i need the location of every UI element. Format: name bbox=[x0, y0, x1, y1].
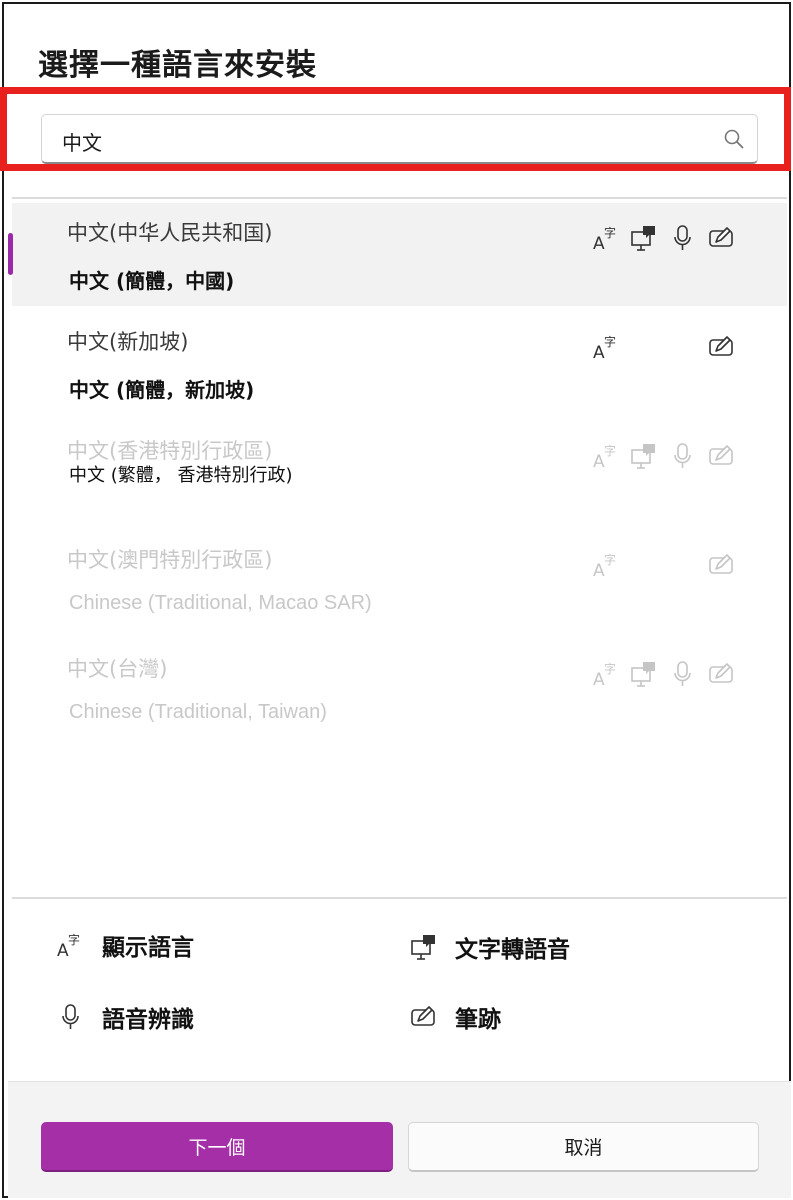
legend-text-to-speech: 文字轉語音 bbox=[409, 930, 570, 964]
language-subtitle: 中文 (簡體，新加坡) bbox=[69, 378, 255, 402]
legend-display-language: A字 顯示語言 bbox=[56, 928, 194, 962]
text-to-speech-icon bbox=[629, 659, 659, 689]
language-name: 中文(中华人民共和国) bbox=[67, 221, 273, 245]
divider bbox=[12, 897, 787, 899]
handwriting-icon bbox=[707, 550, 737, 580]
handwriting-icon bbox=[707, 223, 737, 253]
language-subtitle: Chinese (Traditional, Macao SAR) bbox=[69, 592, 372, 614]
dialog-title: 選擇一種語言來安裝 bbox=[38, 48, 317, 83]
language-item-zh-cn[interactable]: 中文(中华人民共和国) 中文 (簡體，中國) A字 bbox=[8, 203, 787, 306]
legend-label: 顯示語言 bbox=[102, 935, 194, 961]
handwriting-icon bbox=[409, 1002, 439, 1032]
svg-text:字: 字 bbox=[604, 334, 616, 349]
language-subtitle: 中文 (繁體， 香港特別行政) bbox=[69, 465, 293, 486]
language-item-zh-mo[interactable]: 中文(澳門特別行政區) Chinese (Traditional, Macao … bbox=[12, 530, 787, 639]
display-language-icon: A字 bbox=[56, 930, 86, 961]
highlight-annotation-frame bbox=[0, 87, 791, 171]
text-to-speech-icon bbox=[629, 441, 659, 471]
legend-label: 筆跡 bbox=[455, 1007, 501, 1033]
legend-speech-recognition: 語音辨識 bbox=[56, 1000, 194, 1034]
handwriting-icon bbox=[707, 659, 737, 689]
handwriting-icon bbox=[707, 441, 737, 471]
microphone-icon bbox=[668, 659, 698, 689]
next-button[interactable]: 下一個 bbox=[41, 1122, 393, 1172]
install-language-dialog: 選擇一種語言來安裝 中文 中文(中华人民共和国) 中文 (簡體，中國) A字 中… bbox=[2, 2, 791, 1198]
language-list: 中文(中华人民共和国) 中文 (簡體，中國) A字 中文(新加坡) 中文 (簡體… bbox=[8, 203, 787, 748]
svg-text:字: 字 bbox=[68, 932, 80, 947]
display-language-icon: A字 bbox=[592, 550, 622, 581]
legend-label: 文字轉語音 bbox=[455, 937, 570, 963]
language-name: 中文(台灣) bbox=[67, 657, 168, 681]
selection-indicator bbox=[8, 233, 13, 275]
microphone-icon bbox=[668, 223, 698, 253]
microphone-icon bbox=[668, 441, 698, 471]
svg-text:字: 字 bbox=[604, 225, 616, 240]
display-language-icon: A字 bbox=[592, 659, 622, 690]
language-subtitle: Chinese (Traditional, Taiwan) bbox=[69, 701, 327, 723]
language-name: 中文(澳門特別行政區) bbox=[67, 548, 273, 572]
dialog-footer: 下一個 取消 bbox=[8, 1081, 791, 1198]
svg-text:字: 字 bbox=[604, 552, 616, 567]
svg-text:字: 字 bbox=[604, 661, 616, 676]
language-item-zh-sg[interactable]: 中文(新加坡) 中文 (簡體，新加坡) A字 bbox=[12, 312, 787, 421]
handwriting-icon bbox=[707, 332, 737, 362]
text-to-speech-icon bbox=[629, 223, 659, 253]
svg-text:字: 字 bbox=[604, 443, 616, 458]
language-item-zh-tw[interactable]: 中文(台灣) Chinese (Traditional, Taiwan) A字 bbox=[12, 639, 787, 748]
display-language-icon: A字 bbox=[592, 441, 622, 472]
language-subtitle: 中文 (簡體，中國) bbox=[69, 269, 235, 293]
divider bbox=[12, 197, 787, 199]
microphone-icon bbox=[56, 1002, 86, 1032]
display-language-icon: A字 bbox=[592, 332, 622, 363]
legend-handwriting: 筆跡 bbox=[409, 1000, 501, 1034]
legend-label: 語音辨識 bbox=[102, 1007, 194, 1033]
language-item-zh-hk[interactable]: 中文(香港特別行政區) 中文 (繁體， 香港特別行政) A字 bbox=[12, 421, 787, 530]
cancel-button[interactable]: 取消 bbox=[408, 1122, 759, 1172]
display-language-icon: A字 bbox=[592, 223, 622, 254]
language-name: 中文(新加坡) bbox=[67, 330, 189, 354]
text-to-speech-icon bbox=[409, 932, 439, 962]
